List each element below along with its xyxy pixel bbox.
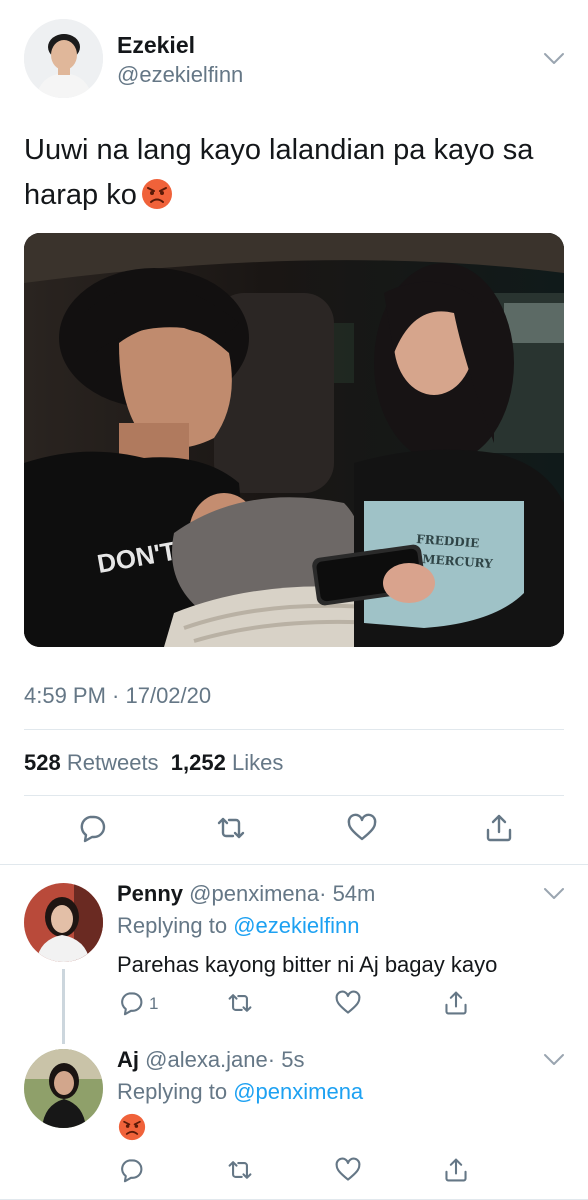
reply-header: Penny @penximena· 54m: [117, 881, 375, 907]
reply-item: Penny @penximena· 54m Replying to @ezeki…: [0, 865, 588, 1044]
reply-count: 1: [149, 994, 159, 1013]
heart-icon[interactable]: [347, 813, 377, 843]
tweet-timestamp[interactable]: 4:59 PM · 17/02/20: [24, 683, 211, 709]
author-avatar[interactable]: [24, 19, 103, 98]
tweet-text: Uuwi na lang kayo lalandian pa kayo sa h…: [24, 128, 569, 218]
chevron-down-icon[interactable]: [543, 52, 565, 66]
reply-header: Aj @alexa.jane· 5s: [117, 1047, 304, 1073]
reply-author-name[interactable]: Penny: [117, 881, 183, 906]
retweets-count: 528: [24, 750, 61, 775]
heart-icon[interactable]: [335, 1157, 361, 1183]
author-name[interactable]: Ezekiel: [117, 32, 195, 59]
retweet-icon[interactable]: [227, 1157, 253, 1183]
reply-text: Parehas kayong bitter ni Aj bagay kayo: [117, 952, 498, 977]
share-icon[interactable]: [443, 1157, 469, 1183]
likes-count: 1,252: [170, 750, 226, 775]
thread-connector-line: [62, 969, 65, 1044]
reply-time: · 54m: [319, 881, 376, 906]
reply-bubble-icon[interactable]: [118, 1157, 144, 1183]
retweet-icon[interactable]: [227, 990, 253, 1016]
share-icon[interactable]: [484, 813, 514, 843]
chevron-down-icon[interactable]: [543, 887, 565, 901]
likes-label: Likes: [231, 750, 284, 775]
retweets-stat[interactable]: 528 Retweets: [24, 750, 159, 775]
main-tweet: Ezekiel @ezekielfinn Uuwi na lang kayo l…: [0, 0, 588, 865]
tweet-stats: 528 Retweets 1,252 Likes: [24, 750, 283, 776]
chevron-down-icon[interactable]: [543, 1053, 565, 1067]
replying-to-prefix: Replying to: [117, 913, 228, 938]
replying-to: Replying to @penximena: [117, 1079, 363, 1105]
tweet-text-body: Uuwi na lang kayo lalandian pa kayo sa h…: [24, 134, 534, 211]
reply-author-name[interactable]: Aj: [117, 1047, 139, 1072]
retweets-label: Retweets: [66, 750, 159, 775]
retweet-icon[interactable]: [216, 813, 246, 843]
replying-to: Replying to @ezekielfinn: [117, 913, 360, 939]
reply-bubble-icon[interactable]: [77, 813, 107, 843]
author-handle[interactable]: @ezekielfinn: [117, 62, 243, 88]
angry-face-emoji-icon: [118, 1113, 146, 1141]
likes-stat[interactable]: 1,252 Likes: [171, 750, 284, 775]
replying-to-mention[interactable]: @ezekielfinn: [233, 913, 359, 938]
divider: [24, 795, 564, 796]
heart-icon[interactable]: [335, 990, 361, 1016]
reply-author-handle[interactable]: @penximena: [189, 881, 319, 906]
tweet-media-image[interactable]: DON'T FREDDIE MERCURY: [24, 233, 564, 647]
reply-avatar[interactable]: [24, 883, 103, 962]
angry-face-emoji-icon: [141, 178, 173, 210]
reply-bubble-icon[interactable]: [118, 990, 144, 1016]
share-icon[interactable]: [443, 990, 469, 1016]
replying-to-mention[interactable]: @penximena: [233, 1079, 363, 1104]
reply-avatar[interactable]: [24, 1049, 103, 1128]
reply-item: Aj @alexa.jane· 5s Replying to @penximen…: [0, 1035, 588, 1200]
divider: [24, 729, 564, 730]
replying-to-prefix: Replying to: [117, 1079, 228, 1104]
reply-author-handle[interactable]: @alexa.jane: [145, 1047, 268, 1072]
reply-time: · 5s: [267, 1047, 305, 1072]
